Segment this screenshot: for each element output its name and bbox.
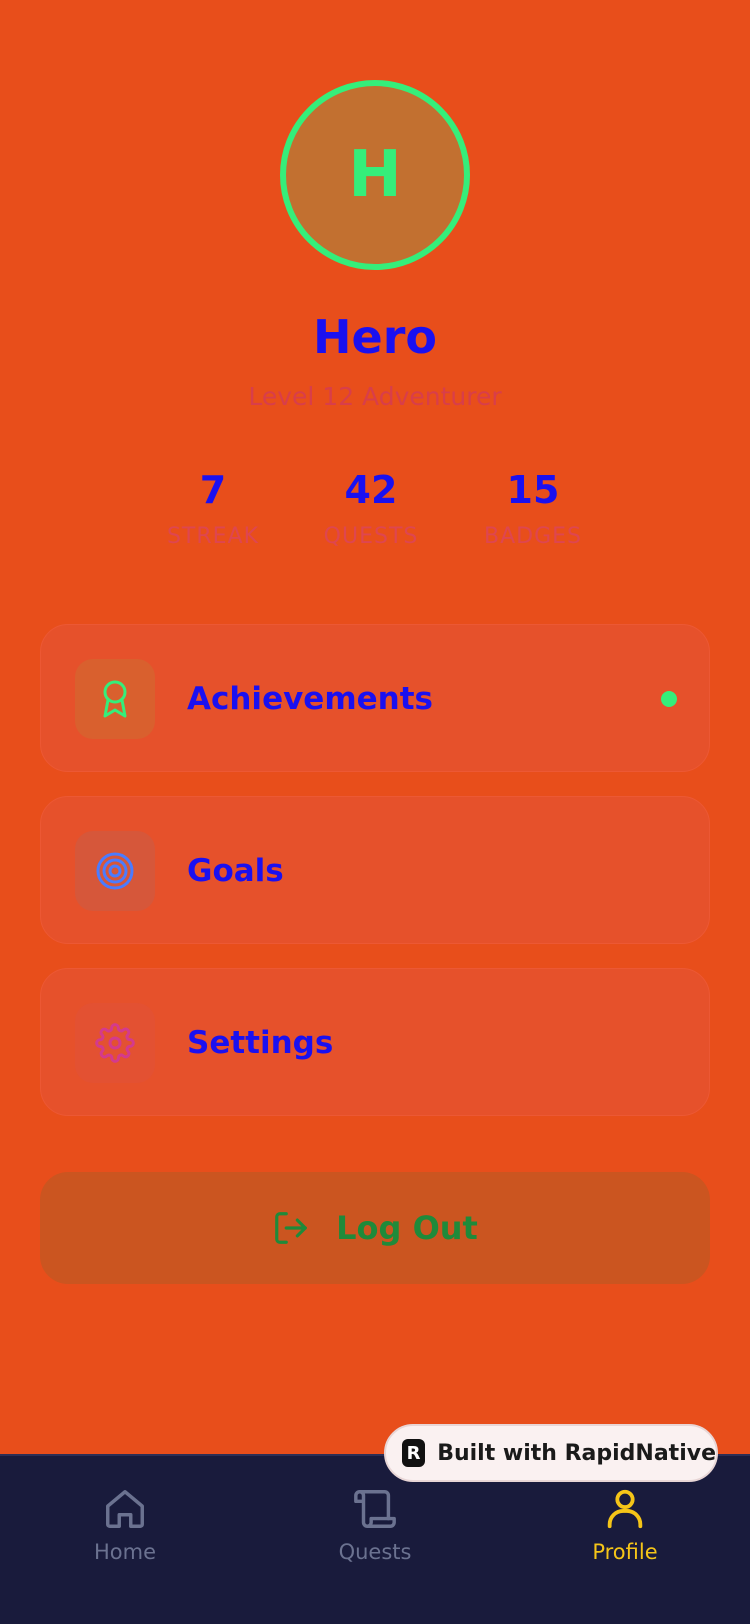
award-icon-box	[75, 659, 155, 739]
stat-quests: 42 QUESTS	[291, 464, 451, 554]
menu-item-label: Goals	[187, 853, 284, 889]
logout-label: Log Out	[336, 1209, 478, 1247]
stat-label: QUESTS	[323, 524, 419, 549]
menu-item-label: Settings	[187, 1025, 334, 1061]
menu-item-settings[interactable]: Settings	[40, 968, 710, 1116]
menu-item-goals[interactable]: Goals	[40, 796, 710, 944]
stat-value: 7	[199, 468, 227, 512]
stat-label: BADGES	[484, 524, 582, 549]
user-icon	[607, 1489, 643, 1529]
stat-value: 15	[506, 468, 560, 512]
home-icon	[106, 1490, 144, 1528]
award-icon	[103, 680, 127, 718]
tab-label: Quests	[338, 1540, 412, 1564]
menu-item-label: Achievements	[187, 681, 433, 717]
tab-label: Home	[93, 1540, 156, 1564]
avatar-initial: H	[348, 138, 402, 212]
tab-quests[interactable]: Quests	[295, 1486, 455, 1566]
target-icon-box	[75, 831, 155, 911]
profile-subtitle: Level 12 Adventurer	[248, 382, 502, 411]
rapidnative-logo-icon: R	[402, 1439, 426, 1467]
tab-label: Profile	[592, 1540, 658, 1564]
new-indicator-dot	[661, 691, 677, 707]
built-with-badge[interactable]: R Built with RapidNative	[384, 1424, 718, 1482]
stat-value: 42	[344, 468, 398, 512]
stat-badges: 15 BADGES	[453, 464, 613, 554]
built-with-label: Built with RapidNative	[437, 1440, 716, 1466]
logout-button[interactable]: Log Out	[40, 1172, 710, 1284]
tab-home[interactable]: Home	[45, 1486, 205, 1566]
stat-label: STREAK	[166, 524, 260, 549]
stat-streak: 7 STREAK	[133, 464, 293, 554]
profile-name: Hero	[313, 310, 437, 364]
target-icon	[96, 852, 134, 890]
gear-icon-box	[75, 1003, 155, 1083]
logout-icon	[275, 1212, 307, 1244]
scroll-icon	[354, 1490, 396, 1528]
gear-icon	[95, 1023, 135, 1063]
avatar[interactable]: H	[280, 80, 470, 270]
tab-profile[interactable]: Profile	[545, 1486, 705, 1566]
menu-item-achievements[interactable]: Achievements	[40, 624, 710, 772]
